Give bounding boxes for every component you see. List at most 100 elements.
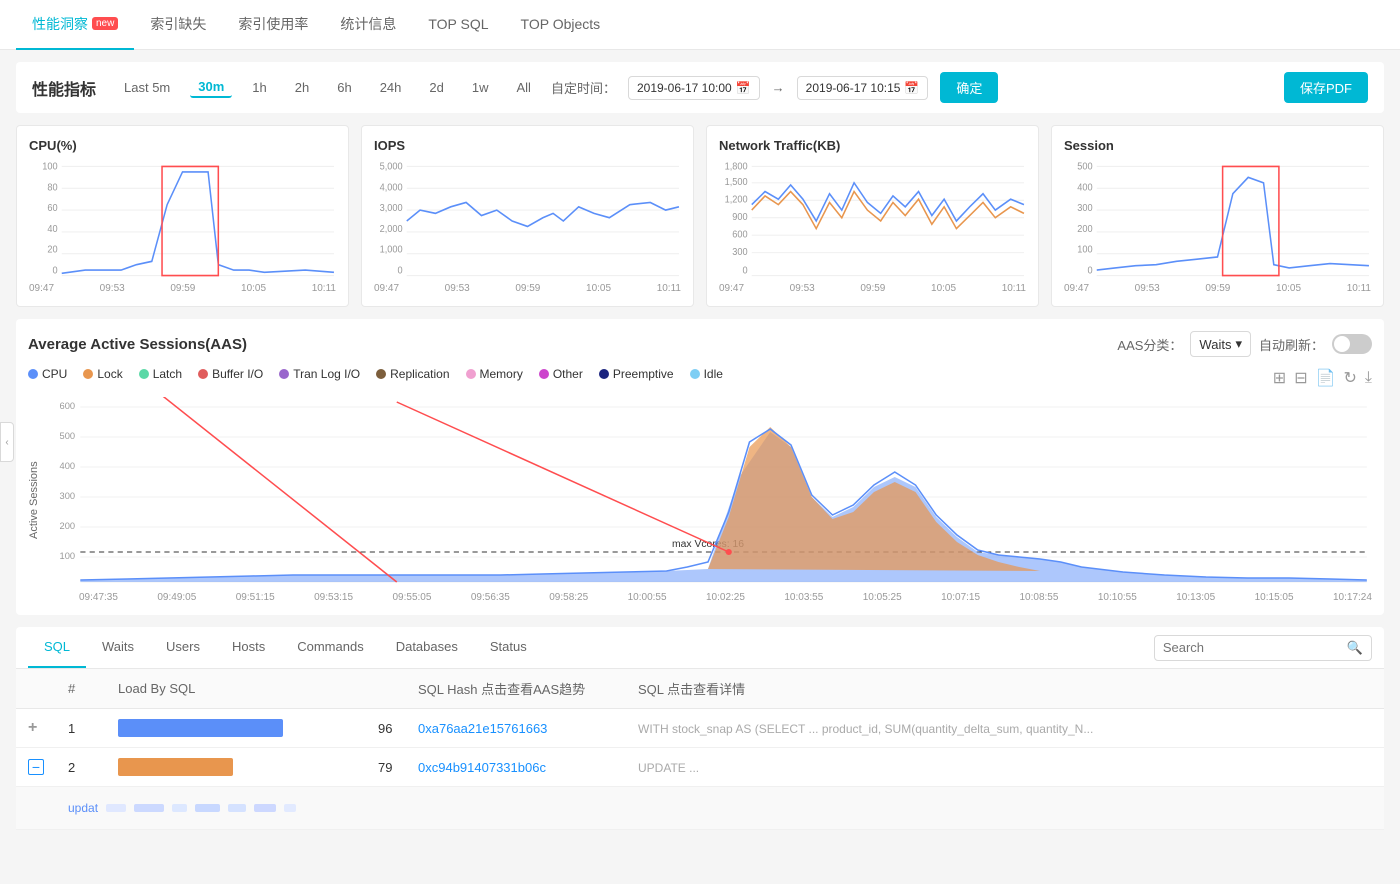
aas-classification-select[interactable]: Waits ▾ bbox=[1190, 331, 1251, 357]
search-box[interactable]: 🔍 bbox=[1154, 635, 1372, 661]
time-btn-2d[interactable]: 2d bbox=[421, 78, 451, 97]
legend-lock: Lock bbox=[83, 367, 122, 381]
th-sql: SQL 点击查看详情 bbox=[626, 669, 1384, 709]
expand-cell-1[interactable]: + bbox=[16, 709, 56, 748]
sql-cell-1[interactable]: WITH stock_snap AS (SELECT ... product_i… bbox=[626, 709, 1384, 748]
expand-cell-2[interactable]: − bbox=[16, 748, 56, 787]
bottom-tabs-row: SQL Waits Users Hosts Commands Databases bbox=[16, 627, 1384, 669]
nav-tab-perf-label: 性能洞察 bbox=[32, 14, 88, 34]
time-btn-1w[interactable]: 1w bbox=[464, 78, 497, 97]
time-btn-last5m[interactable]: Last 5m bbox=[116, 78, 178, 97]
tab-waits[interactable]: Waits bbox=[86, 627, 150, 668]
nav-tab-idx-missing[interactable]: 索引缺失 bbox=[134, 0, 222, 50]
time-btn-6h[interactable]: 6h bbox=[329, 78, 359, 97]
tab-commands[interactable]: Commands bbox=[281, 627, 379, 668]
tab-hosts[interactable]: Hosts bbox=[216, 627, 281, 668]
svg-text:300: 300 bbox=[1077, 203, 1092, 214]
calendar-icon-end[interactable]: 📅 bbox=[904, 81, 919, 95]
th-hash: SQL Hash 点击查看AAS趋势 bbox=[406, 669, 626, 709]
arrow-right: → bbox=[772, 80, 785, 95]
time-btn-1h[interactable]: 1h bbox=[244, 78, 274, 97]
legend-preemptive: Preemptive bbox=[599, 367, 674, 381]
nav-tab-top-obj[interactable]: TOP Objects bbox=[505, 0, 617, 50]
start-time-input[interactable]: 2019-06-17 10:00 📅 bbox=[628, 76, 760, 100]
time-btn-2h[interactable]: 2h bbox=[287, 78, 317, 97]
legend-label-other: Other bbox=[553, 367, 583, 381]
nav-tab-idx-usage[interactable]: 索引使用率 bbox=[222, 0, 324, 50]
tab-status[interactable]: Status bbox=[474, 627, 543, 668]
collapse-icon-2[interactable]: − bbox=[28, 759, 44, 775]
legend-label-memory: Memory bbox=[480, 367, 523, 381]
th-load-val bbox=[366, 669, 406, 709]
end-time-input[interactable]: 2019-06-17 10:15 📅 bbox=[797, 76, 929, 100]
legend-dot-tranlogio bbox=[279, 369, 289, 379]
nav-tab-top-obj-label: TOP Objects bbox=[521, 16, 601, 32]
search-input[interactable] bbox=[1163, 640, 1343, 655]
chart-compress-icon[interactable]: ⊟ bbox=[1294, 368, 1307, 388]
sub-bar-1 bbox=[106, 804, 126, 812]
legend-idle: Idle bbox=[690, 367, 723, 381]
expand-icon-1[interactable]: + bbox=[28, 719, 37, 736]
svg-text:100: 100 bbox=[1077, 244, 1092, 255]
sidebar-toggle[interactable]: ‹ bbox=[0, 422, 14, 462]
hash-link-1[interactable]: 0xa76aa21e15761663 bbox=[418, 721, 547, 736]
hash-cell-1[interactable]: 0xa76aa21e15761663 bbox=[406, 709, 626, 748]
y-axis-label: Active Sessions bbox=[28, 397, 40, 603]
auto-refresh-toggle[interactable] bbox=[1332, 334, 1372, 354]
tab-sql-label: SQL bbox=[44, 639, 70, 654]
tab-users[interactable]: Users bbox=[150, 627, 216, 668]
tab-hosts-label: Hosts bbox=[232, 639, 265, 654]
nav-tab-idx-missing-label: 索引缺失 bbox=[150, 14, 206, 34]
th-load: Load By SQL bbox=[106, 669, 366, 709]
aas-auto-refresh-label: 自动刷新： bbox=[1259, 335, 1324, 354]
th-expand bbox=[16, 669, 56, 709]
sub-bar-2 bbox=[134, 804, 164, 812]
save-pdf-button[interactable]: 保存PDF bbox=[1284, 72, 1368, 103]
svg-text:200: 200 bbox=[1077, 224, 1092, 235]
iops-card: IOPS 5,000 4,000 3,000 2,000 1,000 0 bbox=[361, 125, 694, 307]
legend-dot-other bbox=[539, 369, 549, 379]
chart-download-icon[interactable]: ⤓ bbox=[1365, 369, 1372, 387]
svg-text:1,200: 1,200 bbox=[725, 194, 748, 205]
svg-text:300: 300 bbox=[60, 491, 76, 501]
network-chart: 1,800 1,500 1,200 900 600 300 0 bbox=[719, 161, 1026, 281]
svg-text:2,000: 2,000 bbox=[380, 224, 403, 235]
aas-controls: AAS分类： Waits ▾ 自动刷新： bbox=[1117, 331, 1372, 357]
bar-value-2: 79 bbox=[366, 748, 406, 787]
legend-label-latch: Latch bbox=[153, 367, 182, 381]
table-row: + 1 96 0xa76aa21e15761663 bbox=[16, 709, 1384, 748]
sql-cell-2[interactable]: UPDATE ... bbox=[626, 748, 1384, 787]
hash-cell-2[interactable]: 0xc94b91407331b06c bbox=[406, 748, 626, 787]
nav-tab-perf[interactable]: 性能洞察 new bbox=[16, 0, 134, 50]
legend-label-bufferio: Buffer I/O bbox=[212, 367, 263, 381]
svg-text:400: 400 bbox=[1077, 182, 1092, 193]
svg-text:300: 300 bbox=[732, 247, 747, 258]
time-btn-30m[interactable]: 30m bbox=[190, 77, 232, 98]
time-btn-all[interactable]: All bbox=[509, 78, 539, 97]
nav-tab-top-sql[interactable]: TOP SQL bbox=[412, 0, 504, 50]
custom-time-label: 自定时间： bbox=[551, 78, 616, 97]
end-time-value: 2019-06-17 10:15 bbox=[806, 81, 901, 95]
cpu-card-title: CPU(%) bbox=[29, 138, 336, 153]
new-badge: new bbox=[92, 17, 118, 30]
chart-document-icon[interactable]: 📄 bbox=[1316, 368, 1336, 388]
legend-label-lock: Lock bbox=[97, 367, 122, 381]
time-btn-24h[interactable]: 24h bbox=[372, 78, 410, 97]
tab-sql[interactable]: SQL bbox=[28, 627, 86, 668]
legend-label-replication: Replication bbox=[390, 367, 449, 381]
svg-text:400: 400 bbox=[60, 461, 76, 471]
cpu-chart: 100 80 60 40 20 0 bbox=[29, 161, 336, 281]
legend-bufferio: Buffer I/O bbox=[198, 367, 263, 381]
hash-link-2[interactable]: 0xc94b91407331b06c bbox=[418, 760, 546, 775]
nav-tab-idx-usage-label: 索引使用率 bbox=[238, 14, 308, 34]
svg-text:100: 100 bbox=[42, 161, 57, 172]
confirm-button[interactable]: 确定 bbox=[940, 72, 998, 103]
tab-databases[interactable]: Databases bbox=[380, 627, 474, 668]
aas-title: Average Active Sessions(AAS) bbox=[28, 336, 247, 353]
bar-value-1: 96 bbox=[366, 709, 406, 748]
chart-expand-icon[interactable]: ⊞ bbox=[1273, 368, 1286, 388]
nav-tab-stats[interactable]: 统计信息 bbox=[324, 0, 412, 50]
chart-refresh-icon[interactable]: ↻ bbox=[1344, 368, 1357, 388]
calendar-icon-start[interactable]: 📅 bbox=[736, 81, 751, 95]
sub-bar-4 bbox=[195, 804, 220, 812]
